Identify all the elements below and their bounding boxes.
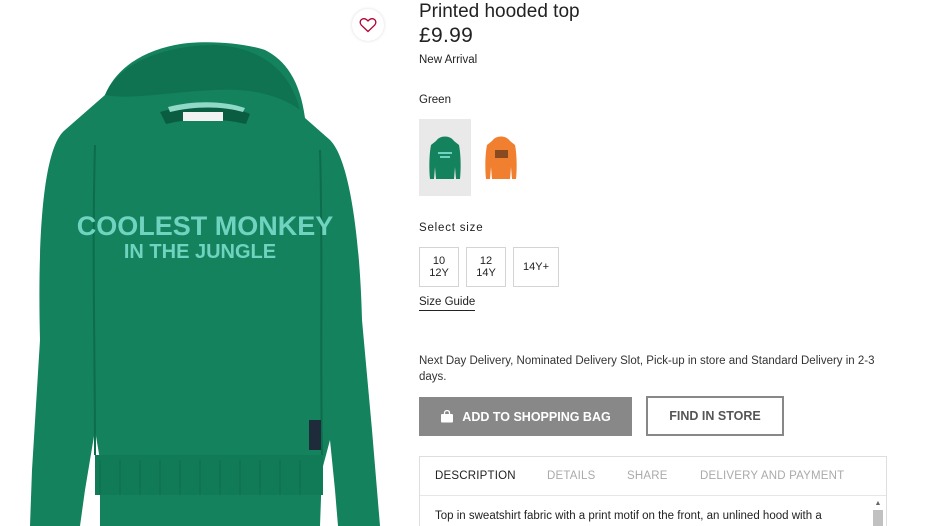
heart-icon xyxy=(359,18,377,33)
size-line-1: 14Y+ xyxy=(523,261,549,273)
swatch-green[interactable] xyxy=(419,119,471,196)
description-text: Top in sweatshirt fabric with a print mo… xyxy=(435,510,822,522)
print-line-1: COOLEST MONKEY xyxy=(77,211,334,241)
tab-delivery-payment[interactable]: DELIVERY AND PAYMENT xyxy=(700,470,844,482)
add-to-bag-label: ADD TO SHOPPING BAG xyxy=(462,409,611,424)
product-image[interactable]: COOLEST MONKEY IN THE JUNGLE xyxy=(0,0,400,526)
selected-color-label: Green xyxy=(419,94,451,106)
tab-bar: DESCRIPTION DETAILS SHARE DELIVERY AND P… xyxy=(420,457,886,496)
size-guide-link[interactable]: Size Guide xyxy=(419,296,476,311)
swatch-orange[interactable] xyxy=(475,119,527,196)
size-option-12-14y[interactable]: 12 14Y xyxy=(466,247,506,287)
size-line-2: 14Y xyxy=(476,267,496,279)
scroll-thumb[interactable] xyxy=(873,510,883,526)
new-arrival-badge: New Arrival xyxy=(419,54,478,66)
scroll-up-icon[interactable]: ▲ xyxy=(873,498,883,508)
product-price: £9.99 xyxy=(419,24,474,47)
size-line-1: 12 xyxy=(479,255,493,267)
orange-hoodie-thumbnail xyxy=(485,136,517,179)
add-to-bag-button[interactable]: ADD TO SHOPPING BAG xyxy=(419,397,632,436)
find-in-store-button[interactable]: FIND IN STORE xyxy=(646,396,784,436)
hoodie-illustration: COOLEST MONKEY IN THE JUNGLE xyxy=(30,42,380,526)
tab-details[interactable]: DETAILS xyxy=(547,470,595,482)
delivery-info: Next Day Delivery, Nominated Delivery Sl… xyxy=(419,355,875,383)
size-line-1: 10 xyxy=(432,255,446,267)
size-option-10-12y[interactable]: 10 12Y xyxy=(419,247,459,287)
select-size-label: Select size xyxy=(419,222,484,234)
tab-description[interactable]: DESCRIPTION xyxy=(435,470,516,482)
green-hoodie-thumbnail xyxy=(429,136,461,179)
size-line-2: 12Y xyxy=(429,267,449,279)
print-line-2: IN THE JUNGLE xyxy=(124,241,276,263)
tab-share[interactable]: SHARE xyxy=(627,470,668,482)
shopping-bag-icon xyxy=(441,410,454,423)
description-scrollbar[interactable]: ▲ xyxy=(873,498,883,526)
product-title: Printed hooded top xyxy=(419,1,580,22)
product-tabs: DESCRIPTION DETAILS SHARE DELIVERY AND P… xyxy=(419,456,887,526)
favorite-button[interactable] xyxy=(352,9,384,41)
product-info-panel: Printed hooded top £9.99 New Arrival Gre… xyxy=(419,0,889,526)
size-option-14y-plus[interactable]: 14Y+ xyxy=(513,247,559,287)
